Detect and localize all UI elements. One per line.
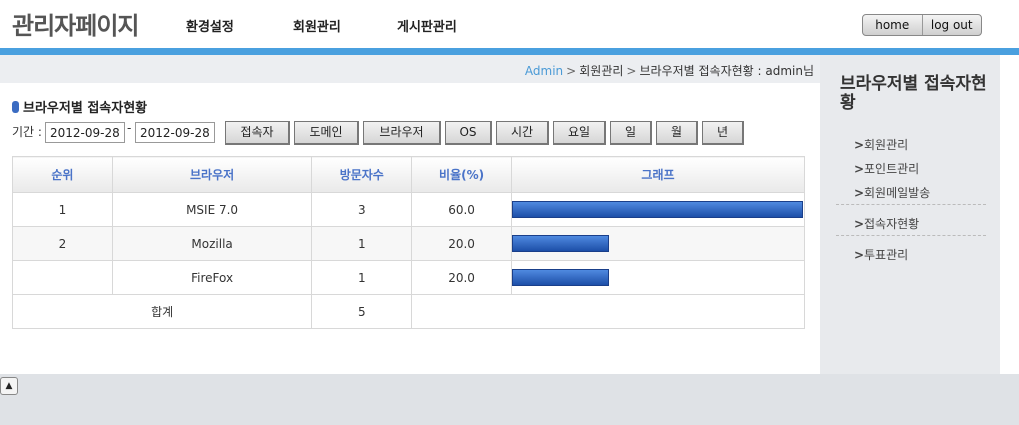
chevron-right-icon: > (854, 248, 865, 262)
graph-cell (510, 260, 806, 295)
filter-weekday-button[interactable]: 요일 (553, 121, 606, 145)
date-from-input[interactable] (45, 122, 125, 143)
sidebar-item-label: 투표관리 (864, 248, 909, 262)
nav-settings[interactable]: 환경설정 (186, 16, 234, 35)
filter-month-button[interactable]: 월 (656, 121, 698, 145)
sidebar: 브라우저별 접속자현황 >회원관리 >포인트관리 >회원메일발송 >접속자현황 … (820, 55, 1000, 374)
header-divider (0, 48, 1019, 55)
page-title-text: 브라우저별 접속자현황 (23, 101, 148, 116)
visitors-cell: 1 (311, 226, 413, 261)
graph-cell (510, 192, 806, 227)
date-separator: - (127, 121, 132, 135)
home-button[interactable]: home (863, 15, 922, 35)
breadcrumb-bar: Admin > 회원관리 > 브라우저별 접속자현황 : admin님 (0, 55, 820, 83)
sidebar-item-members[interactable]: >회원관리 (854, 136, 908, 153)
ratio-bar (511, 201, 803, 218)
table-row: 2 Mozilla 1 20.0 (12, 226, 806, 261)
sidebar-divider (836, 204, 986, 205)
sidebar-item-label: 회원메일발송 (864, 186, 931, 200)
sidebar-item-polls[interactable]: >투표관리 (854, 246, 908, 263)
chevron-right-icon: > (854, 138, 865, 152)
filter-domain-button[interactable]: 도메인 (294, 121, 359, 145)
sidebar-divider (836, 235, 986, 236)
nav-boards[interactable]: 게시판관리 (397, 16, 457, 35)
rank-cell (12, 260, 113, 295)
visitors-cell: 3 (311, 192, 413, 227)
rank-cell: 1 (12, 192, 113, 227)
breadcrumb-level2: 브라우저별 접속자현황 : admin님 (639, 64, 814, 78)
sidebar-item-points[interactable]: >포인트관리 (854, 160, 919, 177)
breadcrumb-root[interactable]: Admin (525, 64, 563, 78)
browser-stats-table: 순위 브라우저 방문자수 비율(%) 그래프 1 MSIE 7.0 3 60.0… (11, 156, 806, 329)
top-buttons: home log out (862, 14, 982, 36)
page-logo[interactable]: 관리자페이지 (12, 6, 139, 41)
total-row: 합계 5 (11, 294, 805, 329)
nav-members[interactable]: 회원관리 (293, 16, 341, 35)
filter-os-button[interactable]: OS (445, 121, 492, 145)
browser-cell: Mozilla (111, 226, 313, 261)
sidebar-item-label: 접속자현황 (864, 217, 920, 231)
total-value-cell: 5 (311, 294, 413, 329)
breadcrumb-separator: > (626, 64, 637, 78)
chevron-right-icon: > (854, 217, 865, 231)
filter-year-button[interactable]: 년 (702, 121, 744, 145)
browser-cell: MSIE 7.0 (111, 192, 313, 227)
filter-day-button[interactable]: 일 (610, 121, 652, 145)
visitors-cell: 1 (311, 260, 413, 295)
col-ratio-header: 비율(%) (411, 156, 512, 193)
ratio-cell: 60.0 (411, 192, 512, 227)
sidebar-item-visitors[interactable]: >접속자현황 (854, 215, 919, 232)
sidebar-item-mail[interactable]: >회원메일발송 (854, 184, 930, 201)
sidebar-item-label: 회원관리 (864, 138, 909, 152)
table-row: FireFox 1 20.0 (12, 260, 806, 295)
filter-browser-button[interactable]: 브라우저 (363, 121, 441, 145)
main-content: Admin > 회원관리 > 브라우저별 접속자현황 : admin님 브라우저별 접속… (0, 55, 820, 374)
logout-button[interactable]: log out (921, 15, 982, 35)
ratio-bar (511, 235, 609, 252)
chevron-right-icon: > (854, 186, 865, 200)
graph-cell (510, 226, 806, 261)
total-empty-cell (411, 294, 805, 329)
period-label: 기간 : (12, 125, 42, 139)
breadcrumb-separator: > (566, 64, 577, 78)
ratio-bar (511, 269, 609, 286)
ratio-cell: 20.0 (411, 260, 512, 295)
header: 관리자페이지 환경설정 회원관리 게시판관리 home log out (0, 0, 1019, 48)
chevron-right-icon: > (854, 162, 865, 176)
footer: ▲ (0, 374, 1019, 425)
col-browser-header: 브라우저 (111, 156, 313, 193)
breadcrumb-level1[interactable]: 회원관리 (579, 64, 623, 78)
right-margin (1000, 55, 1019, 374)
filter-hour-button[interactable]: 시간 (496, 121, 549, 145)
browser-cell: FireFox (111, 260, 313, 295)
sidebar-item-label: 포인트관리 (864, 162, 920, 176)
page-title: 브라우저별 접속자현황 (12, 97, 147, 116)
date-to-input[interactable] (135, 122, 215, 143)
col-rank-header: 순위 (12, 156, 113, 193)
total-label-cell: 합계 (11, 294, 313, 329)
scroll-up-icon[interactable]: ▲ (0, 377, 18, 395)
title-bullet-icon (12, 101, 19, 113)
ratio-cell: 20.0 (411, 226, 512, 261)
sidebar-title: 브라우저별 접속자현황 (840, 74, 987, 113)
breadcrumb: Admin > 회원관리 > 브라우저별 접속자현황 : admin님 (525, 62, 814, 79)
table-header-row: 순위 브라우저 방문자수 비율(%) 그래프 (12, 156, 806, 193)
table-row: 1 MSIE 7.0 3 60.0 (12, 192, 806, 227)
col-graph-header: 그래프 (510, 156, 806, 193)
col-visitors-header: 방문자수 (311, 156, 413, 193)
filter-visitors-button[interactable]: 접속자 (225, 121, 290, 145)
rank-cell: 2 (12, 226, 113, 261)
